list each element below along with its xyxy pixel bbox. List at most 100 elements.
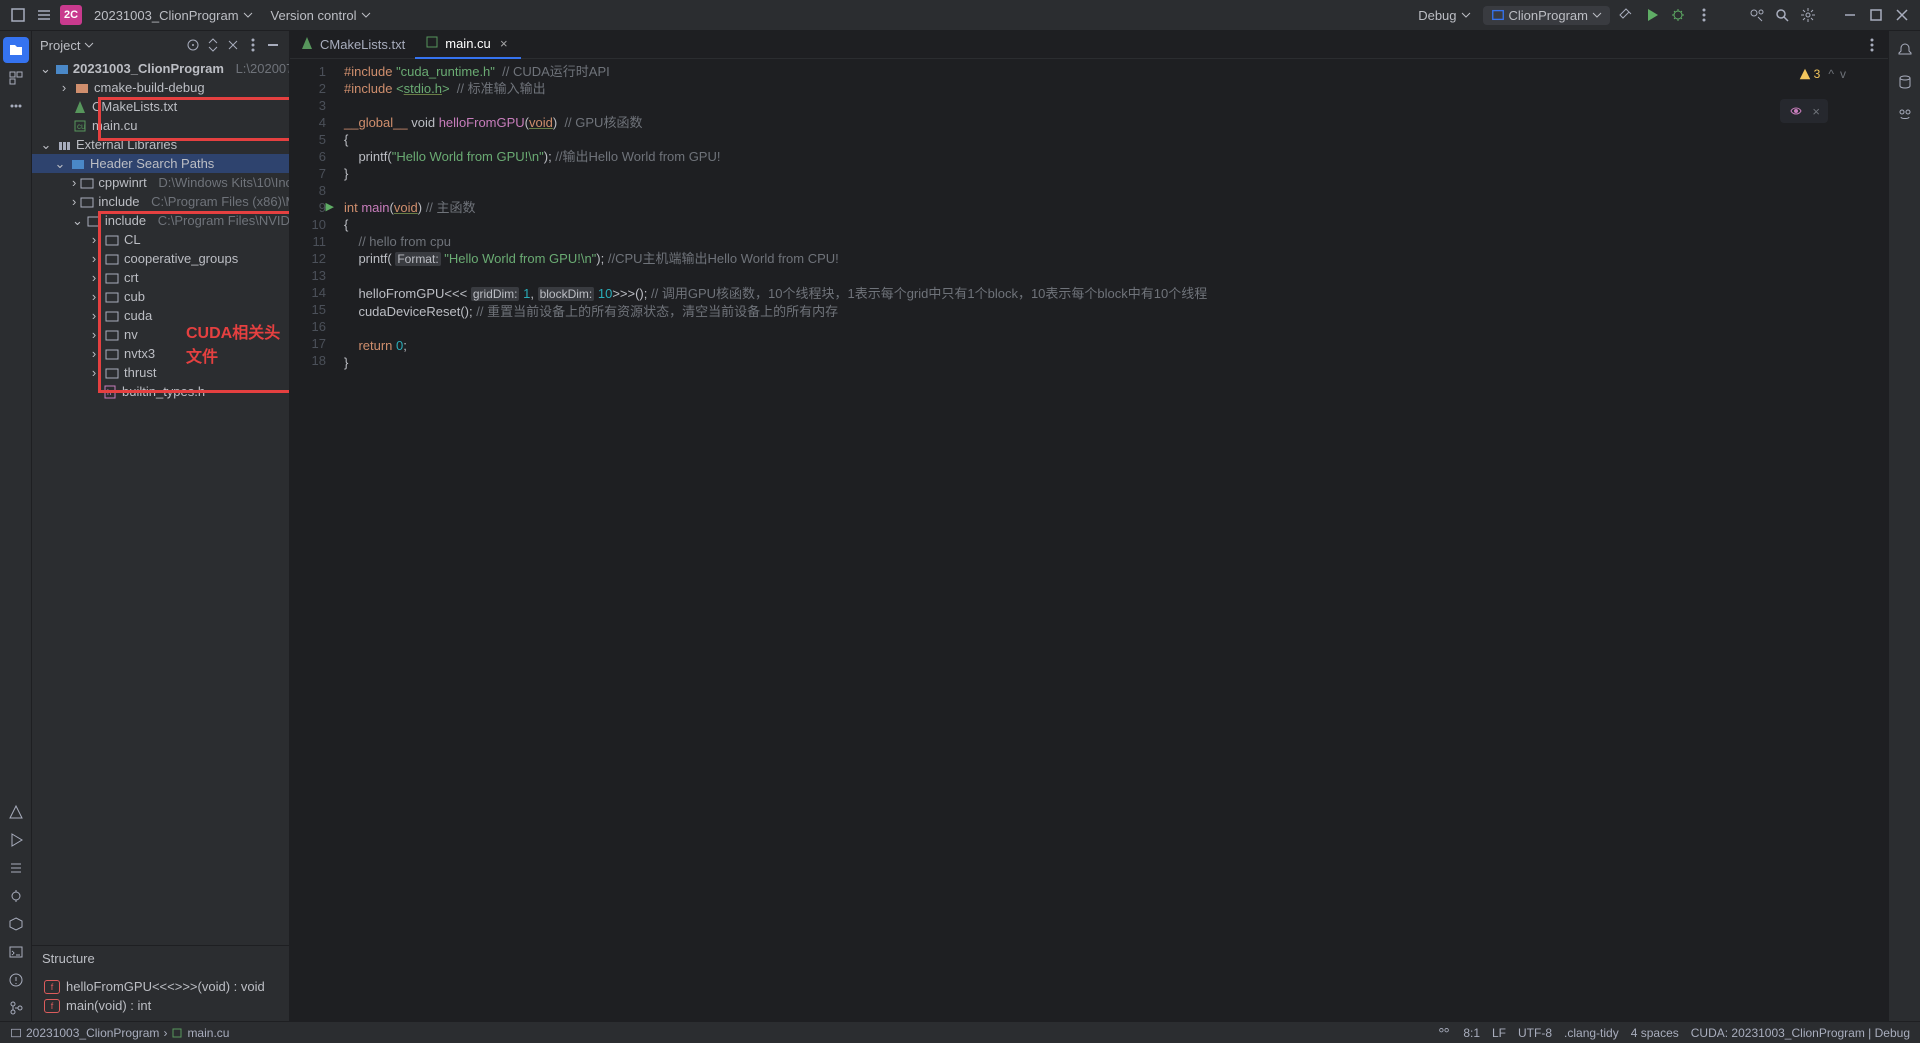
tree-label: include — [105, 213, 146, 228]
copilot-icon[interactable] — [1437, 1024, 1451, 1041]
tree-sub-cuda[interactable]: ›cuda — [32, 306, 289, 325]
tree-label: External Libraries — [76, 137, 177, 152]
run-icon[interactable] — [1642, 5, 1662, 25]
tree-sub-crt[interactable]: ›crt — [32, 268, 289, 287]
expand-all-icon[interactable] — [205, 37, 221, 53]
structure-item[interactable]: fmain(void) : int — [32, 996, 289, 1015]
tree-label: main.cu — [92, 118, 138, 133]
tab-cmakelists[interactable]: CMakeLists.txt — [290, 31, 415, 59]
ide-logo-icon[interactable] — [8, 5, 28, 25]
tree-sub-nvtx3[interactable]: ›nvtx3 — [32, 344, 289, 363]
toolwin-more-icon[interactable] — [3, 93, 29, 119]
ai-assistant-icon[interactable] — [1892, 101, 1918, 127]
panel-more-icon[interactable] — [245, 37, 261, 53]
tree-label: include — [98, 194, 139, 209]
close-icon[interactable]: × — [1812, 104, 1820, 119]
panel-title: Project — [40, 38, 80, 53]
structure-title: Structure — [42, 951, 95, 966]
inlay-widget[interactable]: × — [1780, 99, 1828, 123]
locate-icon[interactable] — [185, 37, 201, 53]
right-toolbar — [1888, 31, 1920, 1021]
toolwin-debug-icon[interactable] — [3, 883, 29, 909]
structure-label: helloFromGPU<<<>>>(void) : void — [66, 979, 265, 994]
tree-maincu[interactable]: cumain.cu — [32, 116, 289, 135]
tab-label: main.cu — [445, 36, 491, 51]
hide-panel-icon[interactable] — [265, 37, 281, 53]
database-icon[interactable] — [1892, 69, 1918, 95]
breadcrumb[interactable]: 20231003_ClionProgram›main.cu — [10, 1026, 229, 1040]
tree-root-label: 20231003_ClionProgram — [73, 61, 224, 76]
clang-tidy[interactable]: .clang-tidy — [1564, 1026, 1619, 1040]
toolwin-services-icon[interactable] — [3, 911, 29, 937]
structure-item[interactable]: f helloFromGPU<<<>>>(void) : void — [32, 977, 289, 996]
collapse-icon[interactable] — [225, 37, 241, 53]
caret-pos[interactable]: 8:1 — [1463, 1026, 1480, 1040]
tree-path: D:\Windows Kits\10\Include\ — [158, 175, 289, 190]
search-icon[interactable] — [1772, 5, 1792, 25]
tree-label: cmake-build-debug — [94, 80, 205, 95]
tree-builtin[interactable]: hbuiltin_types.h — [32, 382, 289, 401]
vcs-selector[interactable]: Version control — [265, 8, 377, 23]
indent[interactable]: 4 spaces — [1631, 1026, 1679, 1040]
toolwin-project-icon[interactable] — [3, 37, 29, 63]
toolwin-todo-icon[interactable] — [3, 855, 29, 881]
tree-root[interactable]: ⌄20231003_ClionProgram L:\20200706_C++\ — [32, 59, 289, 78]
tree-sub-thrust[interactable]: ›thrust — [32, 363, 289, 382]
toolwin-cmake-icon[interactable] — [3, 799, 29, 825]
tree-sub-CL[interactable]: ›CL — [32, 230, 289, 249]
maximize-icon[interactable] — [1866, 5, 1886, 25]
function-icon: f — [44, 980, 60, 994]
tree-extlib[interactable]: ⌄External Libraries — [32, 135, 289, 154]
context[interactable]: CUDA: 20231003_ClionProgram | Debug — [1691, 1026, 1910, 1040]
run-config-selector[interactable]: ClionProgram — [1483, 6, 1610, 25]
crumb-label: main.cu — [187, 1026, 229, 1040]
code-content[interactable]: #include "cuda_runtime.h" // CUDA运行时API#… — [338, 59, 1888, 1021]
cmake-file-icon — [300, 36, 314, 53]
line-ending[interactable]: LF — [1492, 1026, 1506, 1040]
tab-more-icon[interactable] — [1862, 35, 1882, 55]
svg-text:h: h — [107, 388, 111, 397]
toolwin-run-icon[interactable] — [3, 827, 29, 853]
close-window-icon[interactable] — [1892, 5, 1912, 25]
panel-title-dropdown[interactable]: Project — [40, 38, 94, 53]
tree-sub-nv[interactable]: ›nv — [32, 325, 289, 344]
project-name: 20231003_ClionProgram — [94, 8, 239, 23]
tree-cppwinrt[interactable]: ›cppwinrt D:\Windows Kits\10\Include\ — [32, 173, 289, 192]
tree-cmakelists[interactable]: CMakeLists.txt — [32, 97, 289, 116]
tree-include2[interactable]: ⌄include C:\Program Files\NVIDIA GPU — [32, 211, 289, 230]
run-config-label: ClionProgram — [1509, 8, 1588, 23]
tree-cmake-build[interactable]: ›cmake-build-debug — [32, 78, 289, 97]
close-tab-icon[interactable]: × — [497, 37, 511, 51]
run-gutter-icon[interactable]: ▶ — [326, 199, 334, 216]
structure-header[interactable]: Structure — [32, 945, 289, 971]
build-config-selector[interactable]: Debug — [1412, 8, 1476, 23]
hamburger-menu-icon[interactable] — [34, 5, 54, 25]
more-actions-icon[interactable] — [1694, 5, 1714, 25]
code-with-me-icon[interactable] — [1746, 5, 1766, 25]
tree-sub-cooperative_groups[interactable]: ›cooperative_groups — [32, 249, 289, 268]
tree-path: C:\Program Files\NVIDIA GPU — [158, 213, 289, 228]
tab-maincu[interactable]: main.cu × — [415, 31, 521, 59]
toolwin-problems-icon[interactable] — [3, 967, 29, 993]
build-icon[interactable] — [1616, 5, 1636, 25]
structure-label: main(void) : int — [66, 998, 151, 1013]
code-editor[interactable]: 3^v × 123 456 78 ▶9 101112 131415 161718… — [290, 59, 1888, 1021]
project-selector[interactable]: 20231003_ClionProgram — [88, 8, 259, 23]
tree-label: CMakeLists.txt — [92, 99, 177, 114]
left-toolbar — [0, 31, 32, 1021]
toolwin-terminal-icon[interactable] — [3, 939, 29, 965]
minimize-icon[interactable] — [1840, 5, 1860, 25]
titlebar: 2C 20231003_ClionProgram Version control… — [0, 0, 1920, 31]
debug-icon[interactable] — [1668, 5, 1688, 25]
tree-hsp[interactable]: ⌄Header Search Paths — [32, 154, 289, 173]
toolwin-vcs-icon[interactable] — [3, 995, 29, 1021]
encoding[interactable]: UTF-8 — [1518, 1026, 1552, 1040]
notifications-icon[interactable] — [1892, 37, 1918, 63]
tree-sub-cub[interactable]: ›cub — [32, 287, 289, 306]
inspections-widget[interactable]: 3^v — [1798, 67, 1846, 81]
tree-label: Header Search Paths — [90, 156, 214, 171]
settings-icon[interactable] — [1798, 5, 1818, 25]
toolwin-structure-icon[interactable] — [3, 65, 29, 91]
cu-file-icon — [425, 35, 439, 52]
tree-include1[interactable]: ›include C:\Program Files (x86)\Micros — [32, 192, 289, 211]
